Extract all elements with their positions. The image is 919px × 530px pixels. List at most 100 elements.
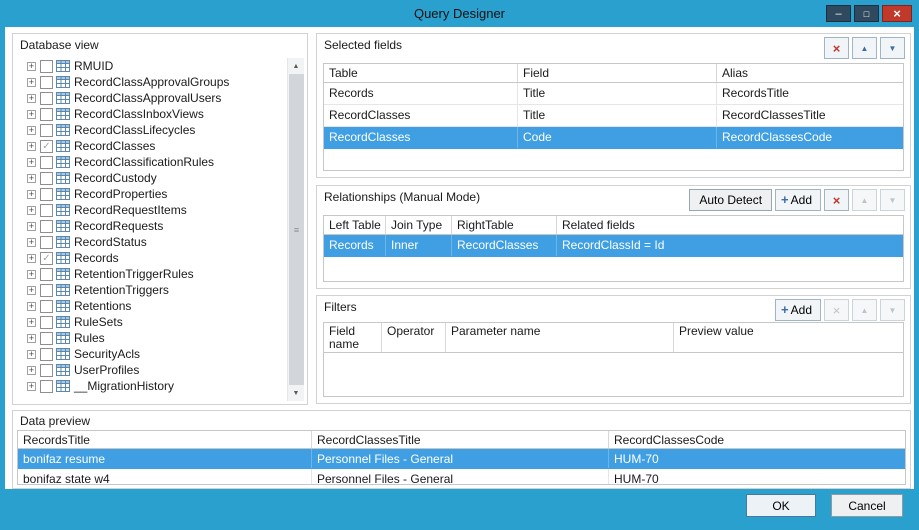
table-checkbox[interactable] [40,268,53,281]
maximize-button[interactable]: □ [854,5,879,22]
expand-icon[interactable]: + [27,174,36,183]
table-checkbox[interactable] [40,380,53,393]
table-checkbox[interactable]: ✓ [40,252,53,265]
table-row[interactable]: Records Title RecordsTitle [324,83,903,105]
tree-item[interactable]: + RecordClassInboxViews [16,106,287,122]
tree-item[interactable]: + SecurityAcls [16,346,287,362]
scroll-down-icon[interactable]: ▼ [288,385,304,401]
tree-item[interactable]: + RecordClassLifecycles [16,122,287,138]
tree-item[interactable]: + RecordRequests [16,218,287,234]
tree-item[interactable]: + RecordClassApprovalGroups [16,74,287,90]
expand-icon[interactable]: + [27,126,36,135]
tree-item[interactable]: + RecordClassApprovalUsers [16,90,287,106]
tree-item[interactable]: + __MigrationHistory [16,378,287,394]
close-button[interactable]: × [882,5,912,22]
expand-icon[interactable]: + [27,158,36,167]
column-header-record-classes-code: RecordClassesCode [609,431,905,448]
tree-item[interactable]: + RetentionTriggers [16,282,287,298]
tree-item[interactable]: + RecordRequestItems [16,202,287,218]
table-checkbox[interactable] [40,60,53,73]
table-checkbox[interactable] [40,108,53,121]
expand-icon[interactable]: + [27,254,36,263]
tree-item[interactable]: + RMUID [16,58,287,74]
scroll-up-icon[interactable]: ▲ [288,58,304,74]
table-checkbox[interactable] [40,92,53,105]
table-icon [56,204,70,216]
move-relationship-up-button[interactable]: ▲ [852,189,877,211]
table-checkbox[interactable] [40,76,53,89]
scrollbar-thumb[interactable]: ≡ [289,74,304,385]
expand-icon[interactable]: + [27,110,36,119]
table-checkbox[interactable] [40,332,53,345]
table-checkbox[interactable] [40,220,53,233]
table-row-selected[interactable]: bonifaz resume Personnel Files - General… [18,449,905,469]
expand-icon[interactable]: + [27,270,36,279]
expand-icon[interactable]: + [27,318,36,327]
tree-item[interactable]: + UserProfiles [16,362,287,378]
expand-icon[interactable]: + [27,350,36,359]
tree-item[interactable]: + RecordStatus [16,234,287,250]
table-icon [56,108,70,120]
titlebar[interactable]: Query Designer – □ × [0,0,919,27]
plus-icon: + [781,195,789,205]
expand-icon[interactable]: + [27,62,36,71]
table-checkbox[interactable] [40,348,53,361]
tree-item[interactable]: + Retentions [16,298,287,314]
delete-filter-button[interactable]: × [824,299,849,321]
ok-button[interactable]: OK [746,494,816,517]
expand-icon[interactable]: + [27,222,36,231]
auto-detect-button[interactable]: Auto Detect [689,189,772,211]
expand-icon[interactable]: + [27,94,36,103]
table-checkbox[interactable] [40,172,53,185]
tree-item[interactable]: + RecordCustody [16,170,287,186]
add-filter-button[interactable]: +Add [775,299,821,321]
tree-item[interactable]: + ✓ RecordClasses [16,138,287,154]
expand-icon[interactable]: + [27,78,36,87]
delete-relationship-button[interactable]: × [824,189,849,211]
expand-icon[interactable]: + [27,238,36,247]
table-row[interactable]: RecordClasses Title RecordClassesTitle [324,105,903,127]
tree-item[interactable]: + ✓ Records [16,250,287,266]
table-icon [56,124,70,136]
move-relationship-down-button[interactable]: ▼ [880,189,905,211]
table-checkbox[interactable] [40,364,53,377]
tree-item[interactable]: + RuleSets [16,314,287,330]
expand-icon[interactable]: + [27,366,36,375]
column-header-field: Field [518,64,717,82]
expand-icon[interactable]: + [27,302,36,311]
tree-item[interactable]: + RecordClassificationRules [16,154,287,170]
minimize-button[interactable]: – [826,5,851,22]
tree-item[interactable]: + RecordProperties [16,186,287,202]
table-checkbox[interactable] [40,124,53,137]
cancel-button[interactable]: Cancel [831,494,903,517]
table-icon [56,316,70,328]
table-checkbox[interactable] [40,284,53,297]
grid-header: Left Table Join Type RightTable Related … [324,216,903,235]
move-field-up-button[interactable]: ▲ [852,37,877,59]
move-filter-up-button[interactable]: ▲ [852,299,877,321]
table-checkbox[interactable] [40,236,53,249]
tree-item[interactable]: + RetentionTriggerRules [16,266,287,282]
expand-icon[interactable]: + [27,206,36,215]
expand-icon[interactable]: + [27,142,36,151]
move-field-down-button[interactable]: ▼ [880,37,905,59]
table-row-selected[interactable]: RecordClasses Code RecordClassesCode [324,127,903,149]
tree-scrollbar[interactable]: ▲ ≡ ▼ [287,58,304,401]
expand-icon[interactable]: + [27,190,36,199]
expand-icon[interactable]: + [27,286,36,295]
table-checkbox[interactable] [40,188,53,201]
expand-icon[interactable]: + [27,334,36,343]
table-checkbox[interactable]: ✓ [40,140,53,153]
table-checkbox[interactable] [40,316,53,329]
expand-icon[interactable]: + [27,382,36,391]
delete-field-button[interactable]: × [824,37,849,59]
table-checkbox[interactable] [40,300,53,313]
add-relationship-button[interactable]: +Add [775,189,821,211]
table-checkbox[interactable] [40,156,53,169]
move-filter-down-button[interactable]: ▼ [880,299,905,321]
tree-item[interactable]: + Rules [16,330,287,346]
table-row-selected[interactable]: Records Inner RecordClasses RecordClassI… [324,235,903,257]
cell-left-table: Records [324,235,386,256]
table-checkbox[interactable] [40,204,53,217]
table-row[interactable]: bonifaz state w4 Personnel Files - Gener… [18,469,905,485]
